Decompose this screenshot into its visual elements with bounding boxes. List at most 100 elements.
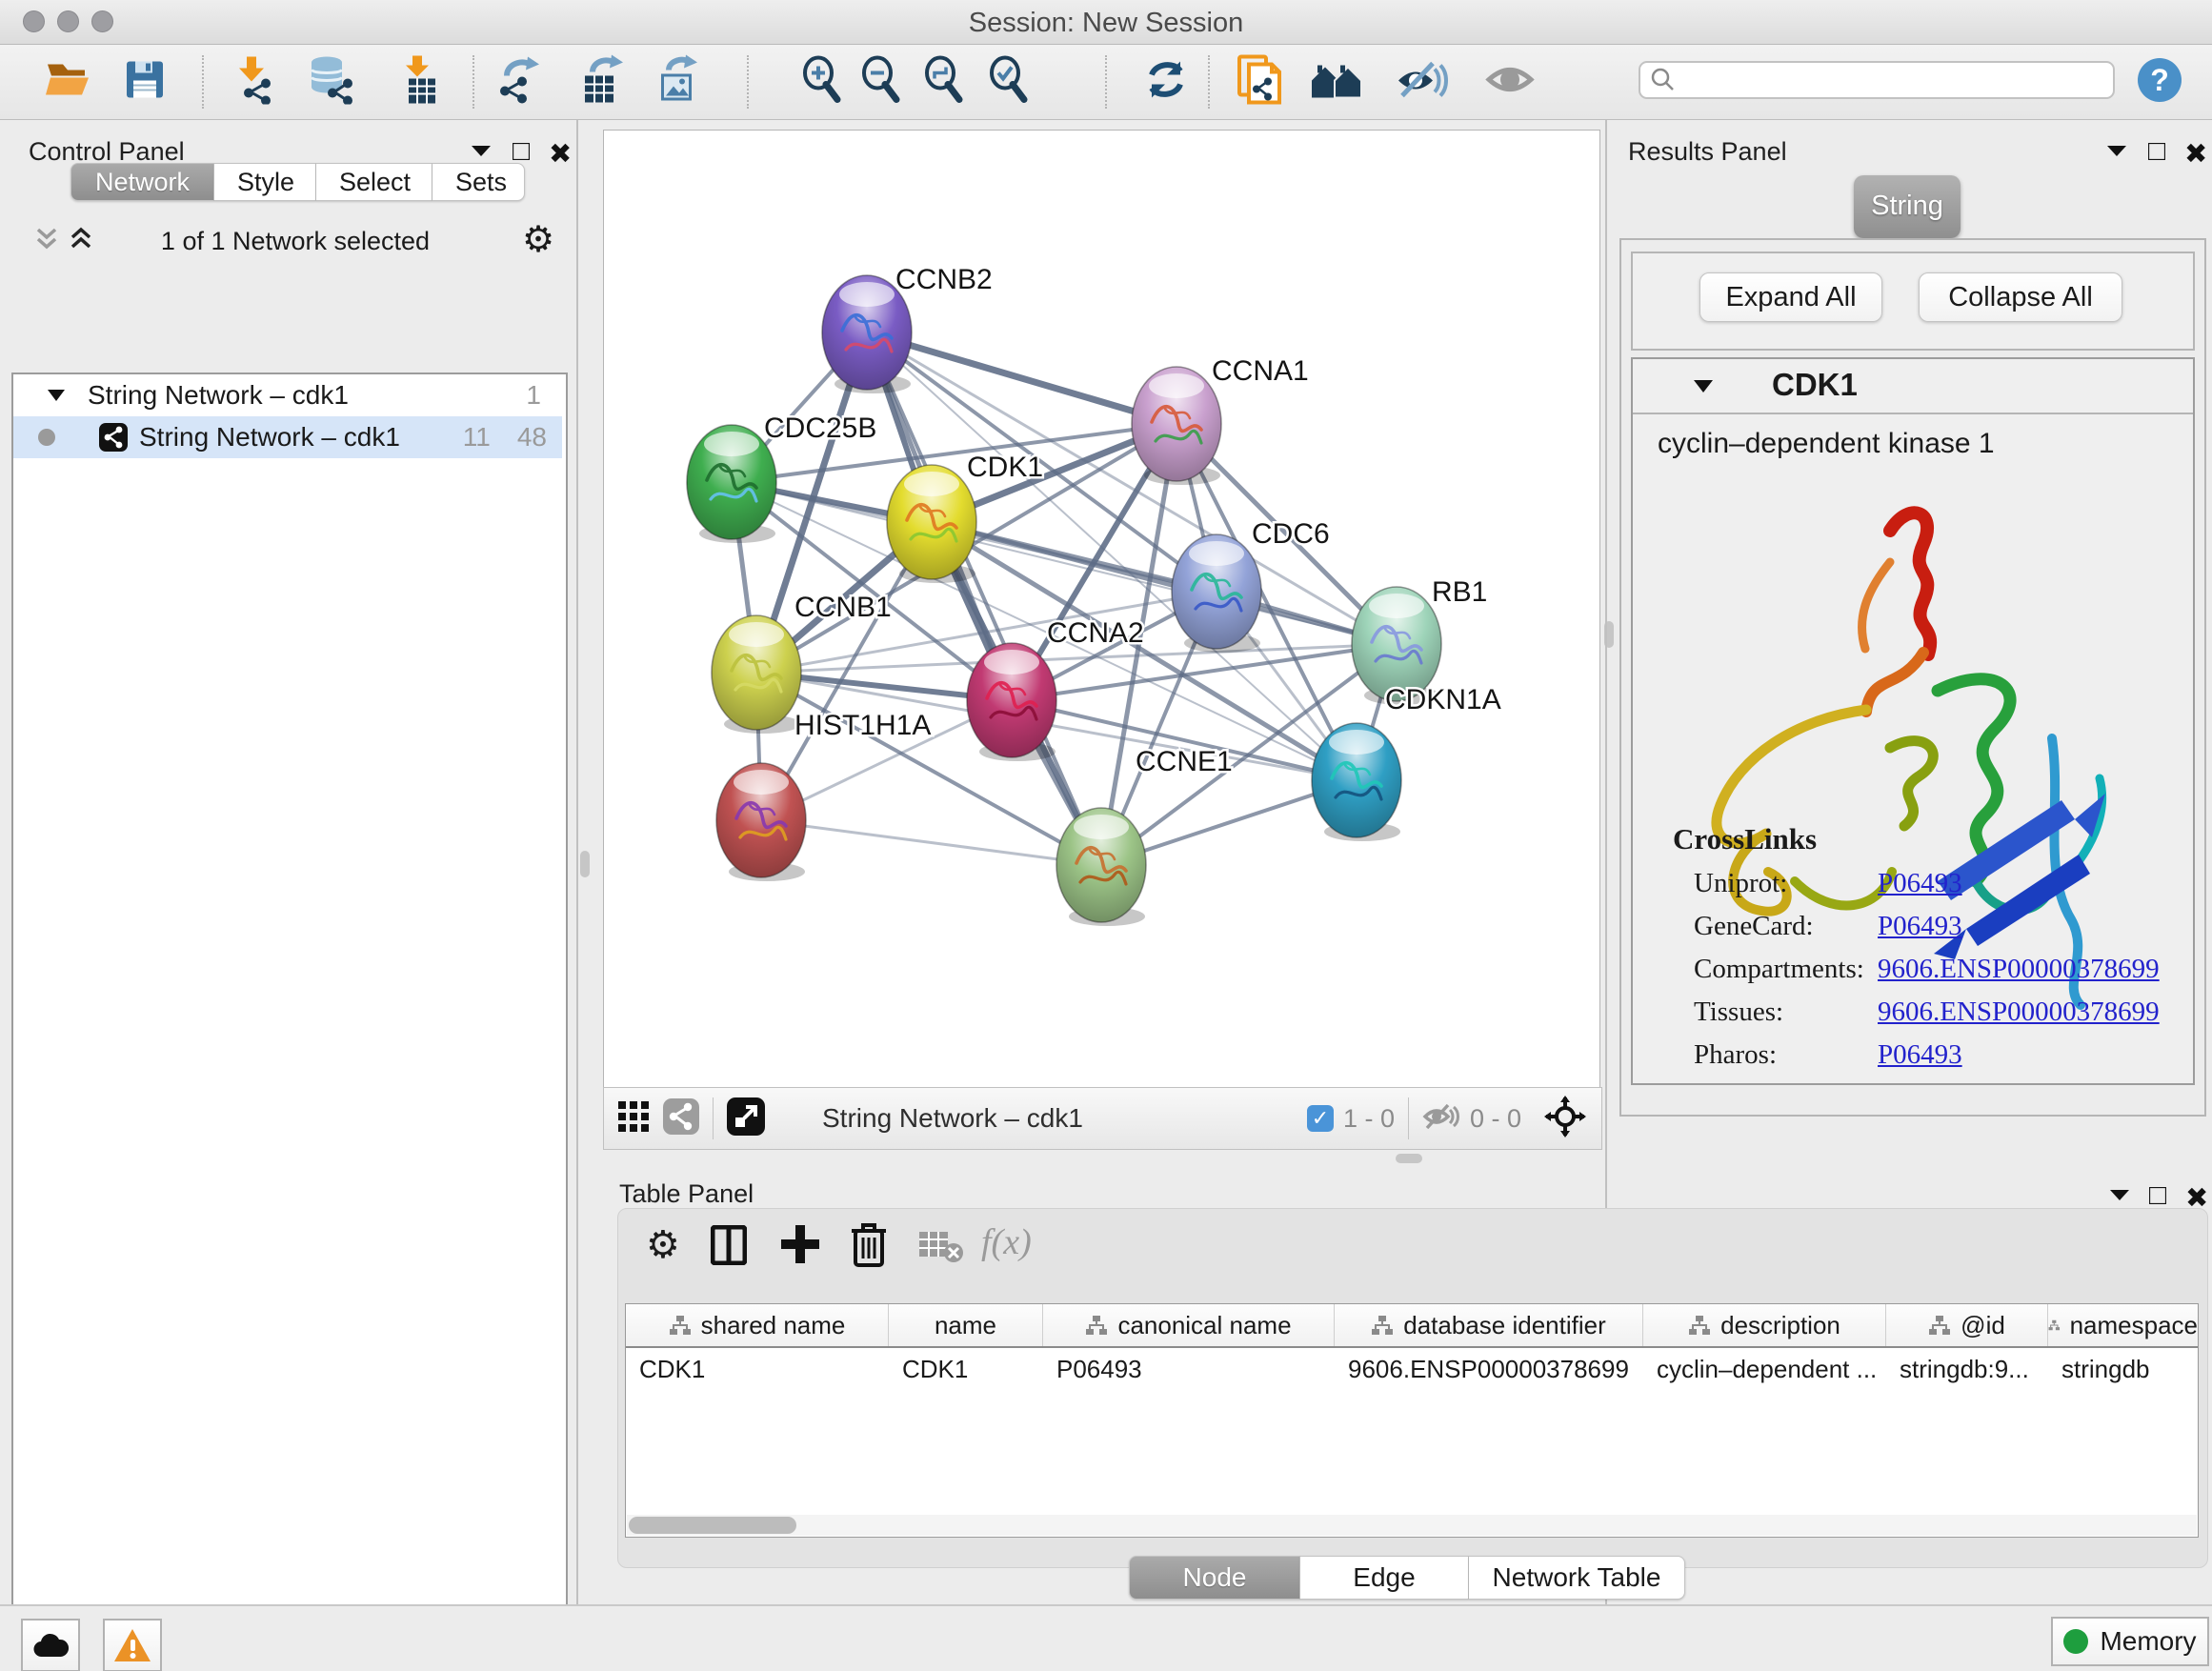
show-eye-icon[interactable] xyxy=(1483,59,1537,106)
vertical-splitter-handle[interactable] xyxy=(580,851,590,877)
application-statusbar: Memory xyxy=(0,1604,2212,1671)
save-session-icon[interactable] xyxy=(123,58,167,107)
column-header[interactable]: shared name xyxy=(626,1304,889,1346)
tab-network[interactable]: Network xyxy=(70,163,214,201)
export-image-icon[interactable] xyxy=(654,55,703,110)
toolbar-separator xyxy=(1208,55,1210,109)
network-graph[interactable]: CCNB2CCNA1CDC25BCDK1CDC6RB1CCNB1CCNA2CDK… xyxy=(604,131,1599,1088)
network-view-icon[interactable] xyxy=(663,1098,699,1139)
import-network-file-icon[interactable] xyxy=(228,55,275,110)
show-all-views-icon[interactable] xyxy=(1310,58,1365,107)
control-panel-tabs: Network Style Select Sets xyxy=(70,163,525,201)
node-count: 11 xyxy=(463,422,491,453)
clone-network-icon[interactable] xyxy=(1236,53,1283,111)
float-panel-icon[interactable] xyxy=(2104,141,2129,165)
column-header[interactable]: description xyxy=(1643,1304,1886,1346)
network-row-selected[interactable]: String Network – cdk1 11 48 xyxy=(13,416,562,458)
node-label: CDC6 xyxy=(1252,518,1330,550)
entry-header[interactable]: CDK1 xyxy=(1633,359,2193,414)
crosslink-pharos[interactable]: P06493 xyxy=(1878,1034,2160,1077)
toolbar-separator xyxy=(747,55,749,109)
table-delete-column-icon[interactable] xyxy=(918,1231,964,1268)
network-canvas[interactable]: CCNB2CCNA1CDC25BCDK1CDC6RB1CCNB1CCNA2CDK… xyxy=(603,130,1600,1089)
control-panel: Control Panel □ ✖ Network Style Select S… xyxy=(0,120,578,1604)
table-gear-icon[interactable]: ⚙ xyxy=(646,1223,680,1267)
pan-crosshair-icon[interactable] xyxy=(1544,1096,1586,1142)
tab-network-table[interactable]: Network Table xyxy=(1469,1556,1685,1600)
toolbar-separator xyxy=(202,55,204,109)
zoom-fit-content-icon[interactable] xyxy=(921,56,969,109)
float-panel-icon[interactable] xyxy=(469,141,493,165)
open-session-icon[interactable] xyxy=(44,57,93,108)
cell-database-identifier: 9606.ENSP00000378699 xyxy=(1335,1355,1643,1384)
crosslink-tissues[interactable]: 9606.ENSP00000378699 xyxy=(1878,991,2160,1034)
hidden-node-edge-counts: 0 - 0 xyxy=(1470,1104,1521,1134)
column-header[interactable]: database identifier xyxy=(1335,1304,1643,1346)
tab-select[interactable]: Select xyxy=(316,163,432,201)
crosslink-compartments[interactable]: 9606.ENSP00000378699 xyxy=(1878,948,2160,991)
horizontal-splitter-handle[interactable] xyxy=(1396,1154,1422,1163)
maximize-panel-icon[interactable]: □ xyxy=(2149,1179,2166,1212)
node-label: CDKN1A xyxy=(1385,684,1501,715)
collapse-all-chevron-icon[interactable] xyxy=(34,225,59,258)
selected-checkbox-icon[interactable]: ✓ xyxy=(1307,1105,1334,1132)
node-label: CCNB1 xyxy=(794,592,892,623)
node-label: CCNE1 xyxy=(1136,746,1233,777)
tree-expander-icon[interactable] xyxy=(46,388,67,403)
crosslink-uniprot[interactable]: P06493 xyxy=(1878,862,2160,905)
float-panel-icon[interactable] xyxy=(2107,1185,2132,1209)
warning-status-button[interactable] xyxy=(103,1619,162,1671)
table-tabs: Node Table Edge Table Network Table xyxy=(1129,1556,1685,1600)
network-icon xyxy=(99,423,128,452)
refresh-view-icon[interactable] xyxy=(1142,56,1190,109)
table-delete-icon[interactable] xyxy=(850,1221,888,1272)
search-field[interactable] xyxy=(1639,61,2115,99)
import-table-file-icon[interactable] xyxy=(395,54,443,111)
tab-string[interactable]: String xyxy=(1854,175,1961,238)
column-header[interactable]: @id xyxy=(1886,1304,2048,1346)
maximize-panel-icon[interactable]: □ xyxy=(2148,135,2165,168)
tab-sets[interactable]: Sets xyxy=(432,163,525,201)
import-network-database-icon[interactable] xyxy=(306,55,357,110)
tab-edge-table[interactable]: Edge Table xyxy=(1300,1556,1469,1600)
column-header[interactable]: canonical name xyxy=(1043,1304,1335,1346)
export-network-icon[interactable] xyxy=(493,55,543,110)
tab-node-table[interactable]: Node Table xyxy=(1129,1556,1300,1600)
search-input[interactable] xyxy=(1677,65,2090,96)
table-row[interactable]: CDK1 CDK1 P06493 9606.ENSP00000378699 cy… xyxy=(626,1348,2198,1390)
gear-icon[interactable]: ⚙ xyxy=(522,218,554,261)
network-collection-row[interactable]: String Network – cdk1 1 xyxy=(13,374,562,416)
hide-selected-eye-icon[interactable] xyxy=(1395,58,1448,107)
export-table-icon[interactable] xyxy=(577,55,627,110)
close-panel-icon[interactable]: ✖ xyxy=(549,137,572,171)
table-columns-icon[interactable] xyxy=(711,1225,747,1270)
collection-count: 1 xyxy=(526,380,541,411)
horizontal-scrollbar-thumb[interactable] xyxy=(629,1517,796,1534)
column-flow-icon xyxy=(1688,1315,1711,1336)
close-panel-icon[interactable]: ✖ xyxy=(2184,137,2207,171)
table-add-icon[interactable] xyxy=(779,1223,821,1270)
crosslink-genecard[interactable]: P06493 xyxy=(1878,905,2160,948)
entry-collapse-icon[interactable] xyxy=(1692,378,1715,395)
expand-all-chevron-icon[interactable] xyxy=(69,225,93,258)
node-label: CCNA2 xyxy=(1047,617,1144,649)
zoom-selected-icon[interactable] xyxy=(986,56,1034,109)
help-button[interactable]: ? xyxy=(2138,58,2182,102)
horizontal-scrollbar[interactable] xyxy=(627,1515,2197,1536)
collapse-all-button[interactable]: Collapse All xyxy=(1919,272,2122,322)
birds-eye-view-icon[interactable] xyxy=(727,1097,765,1140)
column-header[interactable]: name xyxy=(889,1304,1043,1346)
memory-button[interactable]: Memory xyxy=(2051,1617,2209,1666)
table-function-builder-icon[interactable]: f(x) xyxy=(981,1221,1032,1263)
zoom-out-icon[interactable] xyxy=(858,56,906,109)
column-flow-icon xyxy=(1371,1315,1394,1336)
network-selection-status: 1 of 1 Network selected xyxy=(114,227,476,256)
column-header[interactable]: namespace xyxy=(2048,1304,2198,1346)
expand-all-button[interactable]: Expand All xyxy=(1699,272,1882,322)
cloud-status-button[interactable] xyxy=(21,1619,80,1671)
window-title: Session: New Session xyxy=(0,8,2212,39)
zoom-in-icon[interactable] xyxy=(799,56,847,109)
tab-style[interactable]: Style xyxy=(214,163,316,201)
node-label: RB1 xyxy=(1432,576,1487,608)
grid-view-icon[interactable] xyxy=(617,1100,650,1137)
